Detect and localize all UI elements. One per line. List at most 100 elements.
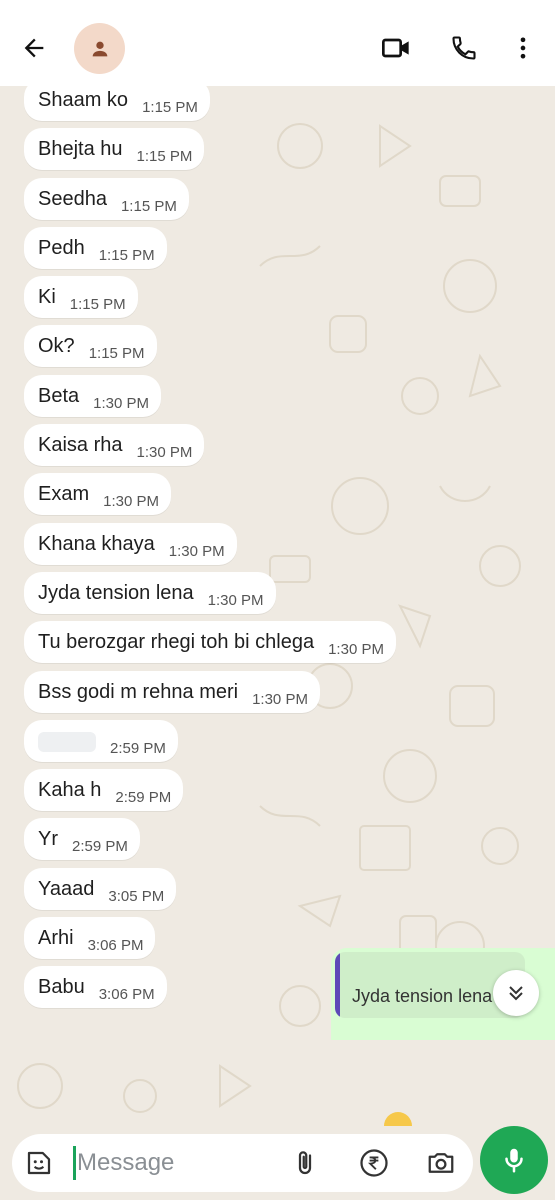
video-call-button[interactable]: [376, 28, 416, 68]
message-time: 1:30 PM: [93, 394, 150, 412]
text-cursor: [73, 1146, 76, 1180]
message-text: Kaha h: [38, 779, 102, 802]
composer-bar: Message: [0, 1126, 555, 1200]
message-time: 2:59 PM: [115, 789, 172, 807]
message-time: 2:59 PM: [110, 739, 166, 757]
more-vertical-icon: [520, 37, 526, 59]
rupee-icon: [360, 1149, 388, 1177]
message-row: Kaisa rha 1:30 PM: [24, 424, 544, 473]
message-row: Yaaad 3:05 PM: [24, 867, 544, 917]
incoming-message[interactable]: Yaaad 3:05 PM: [24, 867, 177, 910]
attach-button[interactable]: [288, 1146, 322, 1180]
message-text: Seedha: [38, 187, 107, 210]
incoming-message[interactable]: Khana khaya 1:30 PM: [24, 522, 237, 565]
message-placeholder: Message: [77, 1149, 175, 1176]
message-text: Ki: [38, 286, 56, 309]
message-text: Ok?: [38, 335, 75, 358]
incoming-message[interactable]: Tu berozgar rhegi toh bi chlega 1:30 PM: [24, 621, 396, 664]
message-text: Kaisa rha: [38, 434, 123, 457]
camera-button[interactable]: [424, 1146, 458, 1180]
payment-button[interactable]: [357, 1146, 391, 1180]
message-time: 1:30 PM: [103, 493, 159, 511]
emoji-icon: [384, 1112, 412, 1126]
message-text: Bhejta hu: [38, 138, 123, 161]
quote-text: Jyda tension lena: [352, 986, 493, 1006]
back-button[interactable]: [14, 28, 54, 68]
contact-avatar[interactable]: [74, 23, 125, 74]
message-input[interactable]: Message: [12, 1134, 473, 1192]
person-icon: [92, 41, 107, 56]
message-row: Kaha h 2:59 PM: [24, 769, 544, 818]
message-time: 1:15 PM: [136, 148, 193, 166]
message-text: Pedh: [38, 236, 85, 259]
voice-call-button[interactable]: [444, 28, 484, 68]
message-row: 2:59 PM: [24, 719, 544, 769]
message-text: Beta: [38, 384, 80, 407]
message-text: Bss godi m rehna meri: [38, 680, 239, 703]
phone-icon: [452, 36, 476, 60]
message-text: Khana khaya: [38, 532, 155, 555]
camera-icon: [428, 1153, 454, 1173]
voice-message-button[interactable]: [480, 1126, 548, 1194]
incoming-message[interactable]: Seedha 1:15 PM: [24, 177, 189, 220]
incoming-message[interactable]: Exam 1:30 PM: [24, 473, 171, 516]
incoming-message[interactable]: Bhejta hu 1:15 PM: [24, 128, 205, 171]
message-row: Seedha 1:15 PM: [24, 177, 544, 227]
emoji-sticker-icon: [27, 1151, 51, 1175]
incoming-message[interactable]: Bss godi m rehna meri 1:30 PM: [24, 670, 320, 713]
message-row: Pedh 1:15 PM: [24, 226, 544, 276]
message-time: 3:06 PM: [98, 986, 155, 1004]
chat-header: [0, 0, 555, 86]
incoming-message[interactable]: Jyda tension lena 1:30 PM: [24, 571, 276, 614]
incoming-message[interactable]: Kaisa rha 1:30 PM: [24, 424, 205, 467]
incoming-message[interactable]: Yr 2:59 PM: [24, 818, 140, 861]
message-time: 2:59 PM: [72, 838, 128, 856]
message-time: 1:30 PM: [136, 444, 193, 462]
message-row: Yr 2:59 PM: [24, 818, 544, 867]
message-row: Exam 1:30 PM: [24, 473, 544, 522]
incoming-message[interactable]: Shaam ko 1:15 PM: [24, 86, 210, 121]
microphone-icon: [505, 1148, 523, 1173]
paperclip-icon: [298, 1151, 312, 1175]
message-row: Ok? 1:15 PM: [24, 325, 544, 374]
incoming-message[interactable]: Pedh 1:15 PM: [24, 226, 167, 269]
incoming-message[interactable]: Babu 3:06 PM: [24, 966, 167, 1009]
message-row: Jyda tension lena 1:30 PM: [24, 571, 544, 621]
message-row: Ki 1:15 PM: [24, 276, 544, 325]
incoming-message[interactable]: 2:59 PM: [24, 719, 178, 762]
message-row: Tu berozgar rhegi toh bi chlega 1:30 PM: [24, 621, 544, 670]
message-text: Yaaad: [38, 877, 95, 900]
message-text: Babu: [38, 976, 85, 999]
message-text: Jyda tension lena: [38, 581, 194, 604]
message-text: Tu berozgar rhegi toh bi chlega: [38, 631, 315, 654]
message-list: Shaam ko 1:15 PM Bhejta hu 1:15 PM Seedha 1…: [24, 86, 544, 1016]
message-text: Arhi: [38, 927, 74, 950]
message-time: 1:15 PM: [142, 99, 198, 116]
message-time: 1:30 PM: [207, 591, 264, 609]
message-time: 3:05 PM: [108, 887, 165, 905]
arrow-left-icon: [24, 38, 44, 58]
video-camera-icon: [382, 38, 409, 58]
message-time: 1:30 PM: [328, 641, 384, 659]
message-time: 1:15 PM: [69, 296, 126, 314]
double-chevron-down-icon: [509, 986, 523, 1001]
quote-bar: [335, 952, 340, 1018]
chat-area[interactable]: Shaam ko 1:15 PM Bhejta hu 1:15 PM Seedha 1…: [0, 86, 555, 1126]
incoming-message[interactable]: Kaha h 2:59 PM: [24, 769, 184, 812]
message-time: 1:15 PM: [88, 345, 145, 363]
message-time: 3:06 PM: [87, 937, 144, 955]
incoming-message[interactable]: Arhi 3:06 PM: [24, 917, 156, 960]
message-row: Bss godi m rehna meri 1:30 PM: [24, 670, 544, 720]
message-row: Khana khaya 1:30 PM: [24, 522, 544, 572]
message-row: Beta 1:30 PM: [24, 374, 544, 424]
message-text: Exam: [38, 483, 90, 506]
emoji-button[interactable]: [22, 1146, 56, 1180]
message-text: Shaam ko: [38, 89, 129, 111]
scroll-to-bottom-button[interactable]: [493, 970, 539, 1016]
incoming-message[interactable]: Ok? 1:15 PM: [24, 325, 157, 368]
incoming-message[interactable]: Ki 1:15 PM: [24, 276, 138, 319]
message-time: 1:15 PM: [120, 197, 177, 215]
incoming-message[interactable]: Beta 1:30 PM: [24, 374, 162, 417]
more-options-button[interactable]: [503, 28, 543, 68]
message-time: 1:15 PM: [98, 246, 155, 264]
